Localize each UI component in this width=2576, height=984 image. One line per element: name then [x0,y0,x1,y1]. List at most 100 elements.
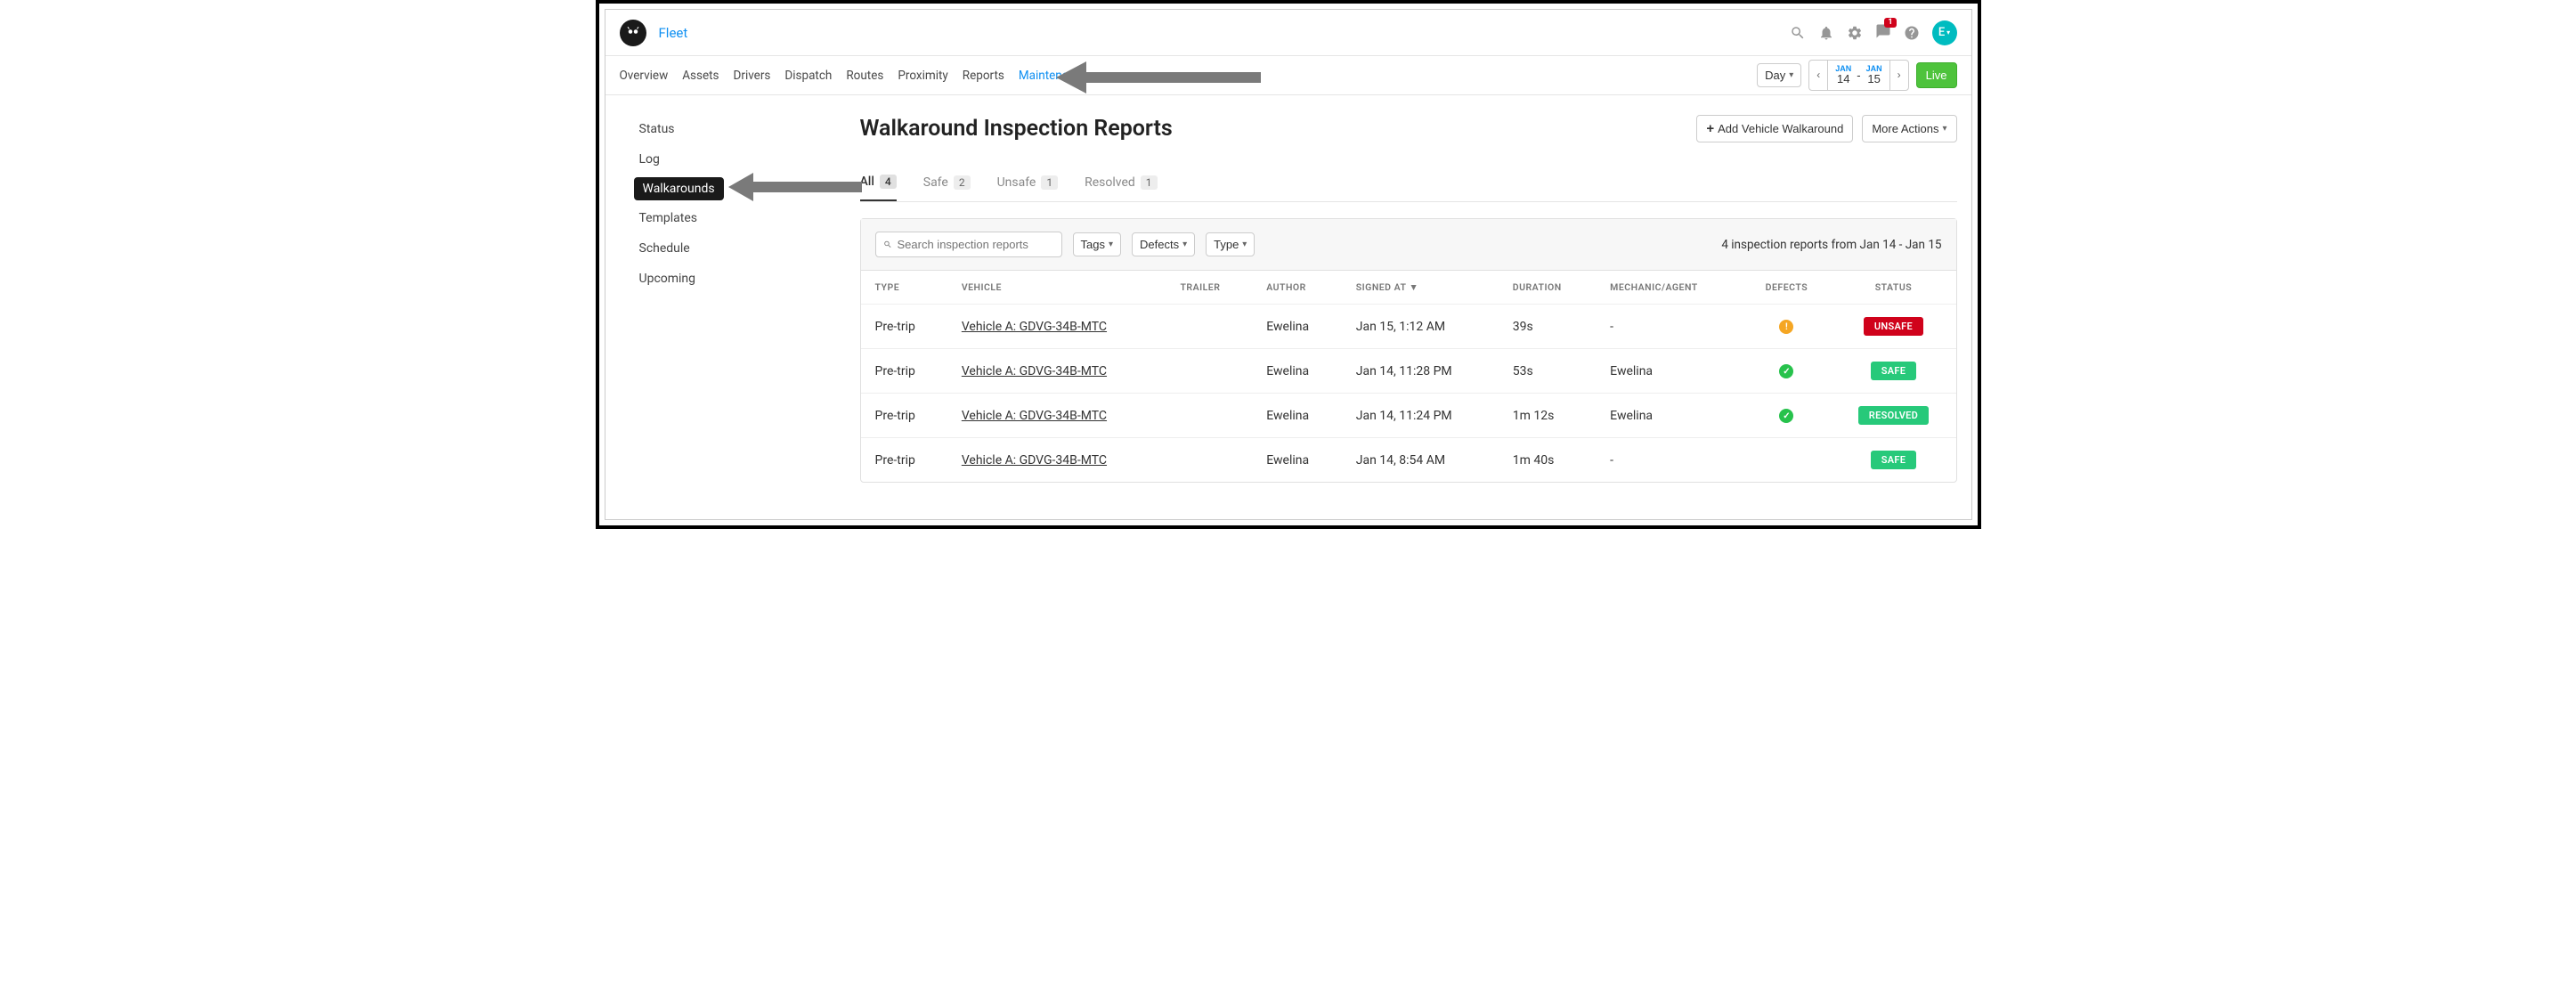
search-icon [883,239,892,250]
cell-author: Ewelina [1252,349,1342,394]
date-next-button[interactable]: › [1889,60,1909,91]
nav-item-routes[interactable]: Routes [846,69,883,83]
col-type[interactable]: TYPE [861,271,947,305]
user-avatar[interactable]: E ▾ [1932,20,1957,45]
col-author[interactable]: AUTHOR [1252,271,1342,305]
bell-icon[interactable] [1818,25,1834,41]
table-row[interactable]: Pre-tripVehicle A: GDVG-34B-MTCEwelinaJa… [861,394,1956,438]
sidebar-item-upcoming[interactable]: Upcoming [618,266,846,291]
brand-name[interactable]: Fleet [659,25,688,41]
tab-safe[interactable]: Safe2 [923,167,971,201]
date-prev-button[interactable]: ‹ [1808,60,1828,91]
gear-icon[interactable] [1847,25,1863,41]
search-input[interactable] [898,238,1054,251]
cell-vehicle: Vehicle A: GDVG-34B-MTC [947,438,1166,483]
vehicle-link[interactable]: Vehicle A: GDVG-34B-MTC [962,320,1107,334]
status-badge: SAFE [1871,362,1917,380]
date-range-display[interactable]: JAN 14 - JAN 15 [1827,60,1889,91]
tab-unsafe[interactable]: Unsafe 1 [997,167,1059,201]
col-defects[interactable]: DEFECTS [1742,271,1831,305]
annotation-arrow-icon [1056,58,1261,97]
col-vehicle[interactable]: VEHICLE [947,271,1166,305]
col-duration[interactable]: DURATION [1499,271,1596,305]
cell-mechanic: Ewelina [1596,349,1742,394]
granularity-selector[interactable]: Day ▾ [1757,63,1801,87]
messages-icon[interactable]: 1 [1875,23,1891,43]
cell-vehicle: Vehicle A: GDVG-34B-MTC [947,349,1166,394]
cell-type: Pre-trip [861,349,947,394]
defects-filter[interactable]: Defects ▾ [1132,232,1195,256]
more-actions-button[interactable]: More Actions ▾ [1862,115,1956,142]
col-mechanic-agent[interactable]: MECHANIC/AGENT [1596,271,1742,305]
vehicle-link[interactable]: Vehicle A: GDVG-34B-MTC [962,453,1107,468]
tab-label: All [860,175,874,189]
table-row[interactable]: Pre-tripVehicle A: GDVG-34B-MTCEwelinaJa… [861,438,1956,483]
results-summary: 4 inspection reports from Jan 14 - Jan 1… [1721,238,1941,252]
caret-down-icon: ▾ [1789,70,1793,80]
sidebar-item-log[interactable]: Log [618,147,846,172]
cell-type: Pre-trip [861,394,947,438]
status-badge: SAFE [1871,451,1917,469]
cell-defects [1742,438,1831,483]
cell-status: SAFE [1831,438,1955,483]
nav-item-proximity[interactable]: Proximity [898,69,947,83]
sidebar-item-templates[interactable]: Templates [618,206,846,231]
nav-item-overview[interactable]: Overview [620,69,669,83]
sidebar-item-schedule[interactable]: Schedule [618,236,846,261]
search-input-wrap[interactable] [875,232,1062,257]
vehicle-link[interactable]: Vehicle A: GDVG-34B-MTC [962,364,1107,378]
tab-label: Unsafe [997,175,1036,190]
granularity-label: Day [1765,69,1785,82]
caret-down-icon: ▾ [1182,240,1187,249]
tab-resolved[interactable]: Resolved1 [1085,167,1157,201]
tab-label: Safe [923,175,948,190]
caret-down-icon: ▾ [1109,240,1113,249]
app-logo[interactable] [620,20,646,46]
status-badge: RESOLVED [1858,406,1929,425]
vehicle-link[interactable]: Vehicle A: GDVG-34B-MTC [962,409,1107,423]
col-signed-at[interactable]: SIGNED AT ▼ [1342,271,1499,305]
date-dash: - [1857,69,1860,82]
cell-status: RESOLVED [1831,394,1955,438]
defects-filter-label: Defects [1140,238,1179,251]
tags-filter-label: Tags [1081,238,1105,251]
sidebar-item-status[interactable]: Status [618,117,846,142]
cell-status: SAFE [1831,349,1955,394]
cell-defects: ✓ [1742,349,1831,394]
caret-down-icon: ▾ [1942,124,1946,134]
col-status[interactable]: STATUS [1831,271,1955,305]
nav-item-drivers[interactable]: Drivers [734,69,771,83]
sidebar-item-walkarounds[interactable]: Walkarounds [634,177,724,200]
tags-filter[interactable]: Tags ▾ [1073,232,1122,256]
page-title: Walkaround Inspection Reports [860,116,1173,142]
col-trailer[interactable]: TRAILER [1166,271,1252,305]
add-walkaround-button[interactable]: + Add Vehicle Walkaround [1696,115,1853,142]
notification-badge: 1 [1884,18,1896,28]
table-row[interactable]: Pre-tripVehicle A: GDVG-34B-MTCEwelinaJa… [861,305,1956,349]
tab-all[interactable]: All 4 [860,167,897,201]
cell-type: Pre-trip [861,438,947,483]
help-icon[interactable] [1904,25,1920,41]
live-button[interactable]: Live [1916,62,1957,88]
cell-signed: Jan 14, 11:28 PM [1342,349,1499,394]
cell-vehicle: Vehicle A: GDVG-34B-MTC [947,305,1166,349]
tab-count: 1 [1041,175,1058,190]
status-badge: UNSAFE [1864,317,1923,336]
nav-item-reports[interactable]: Reports [963,69,1004,83]
cell-signed: Jan 14, 8:54 AM [1342,438,1499,483]
cell-duration: 53s [1499,349,1596,394]
cell-defects: ✓ [1742,394,1831,438]
cell-trailer [1166,438,1252,483]
cell-duration: 39s [1499,305,1596,349]
nav-item-dispatch[interactable]: Dispatch [784,69,832,83]
cell-author: Ewelina [1252,305,1342,349]
cell-trailer [1166,305,1252,349]
cell-status: UNSAFE [1831,305,1955,349]
tab-count: 4 [880,175,897,189]
search-icon[interactable] [1790,25,1806,41]
chevron-left-icon: ‹ [1816,69,1820,81]
table-row[interactable]: Pre-tripVehicle A: GDVG-34B-MTCEwelinaJa… [861,349,1956,394]
type-filter[interactable]: Type ▾ [1206,232,1255,256]
cell-vehicle: Vehicle A: GDVG-34B-MTC [947,394,1166,438]
nav-item-assets[interactable]: Assets [682,69,719,83]
